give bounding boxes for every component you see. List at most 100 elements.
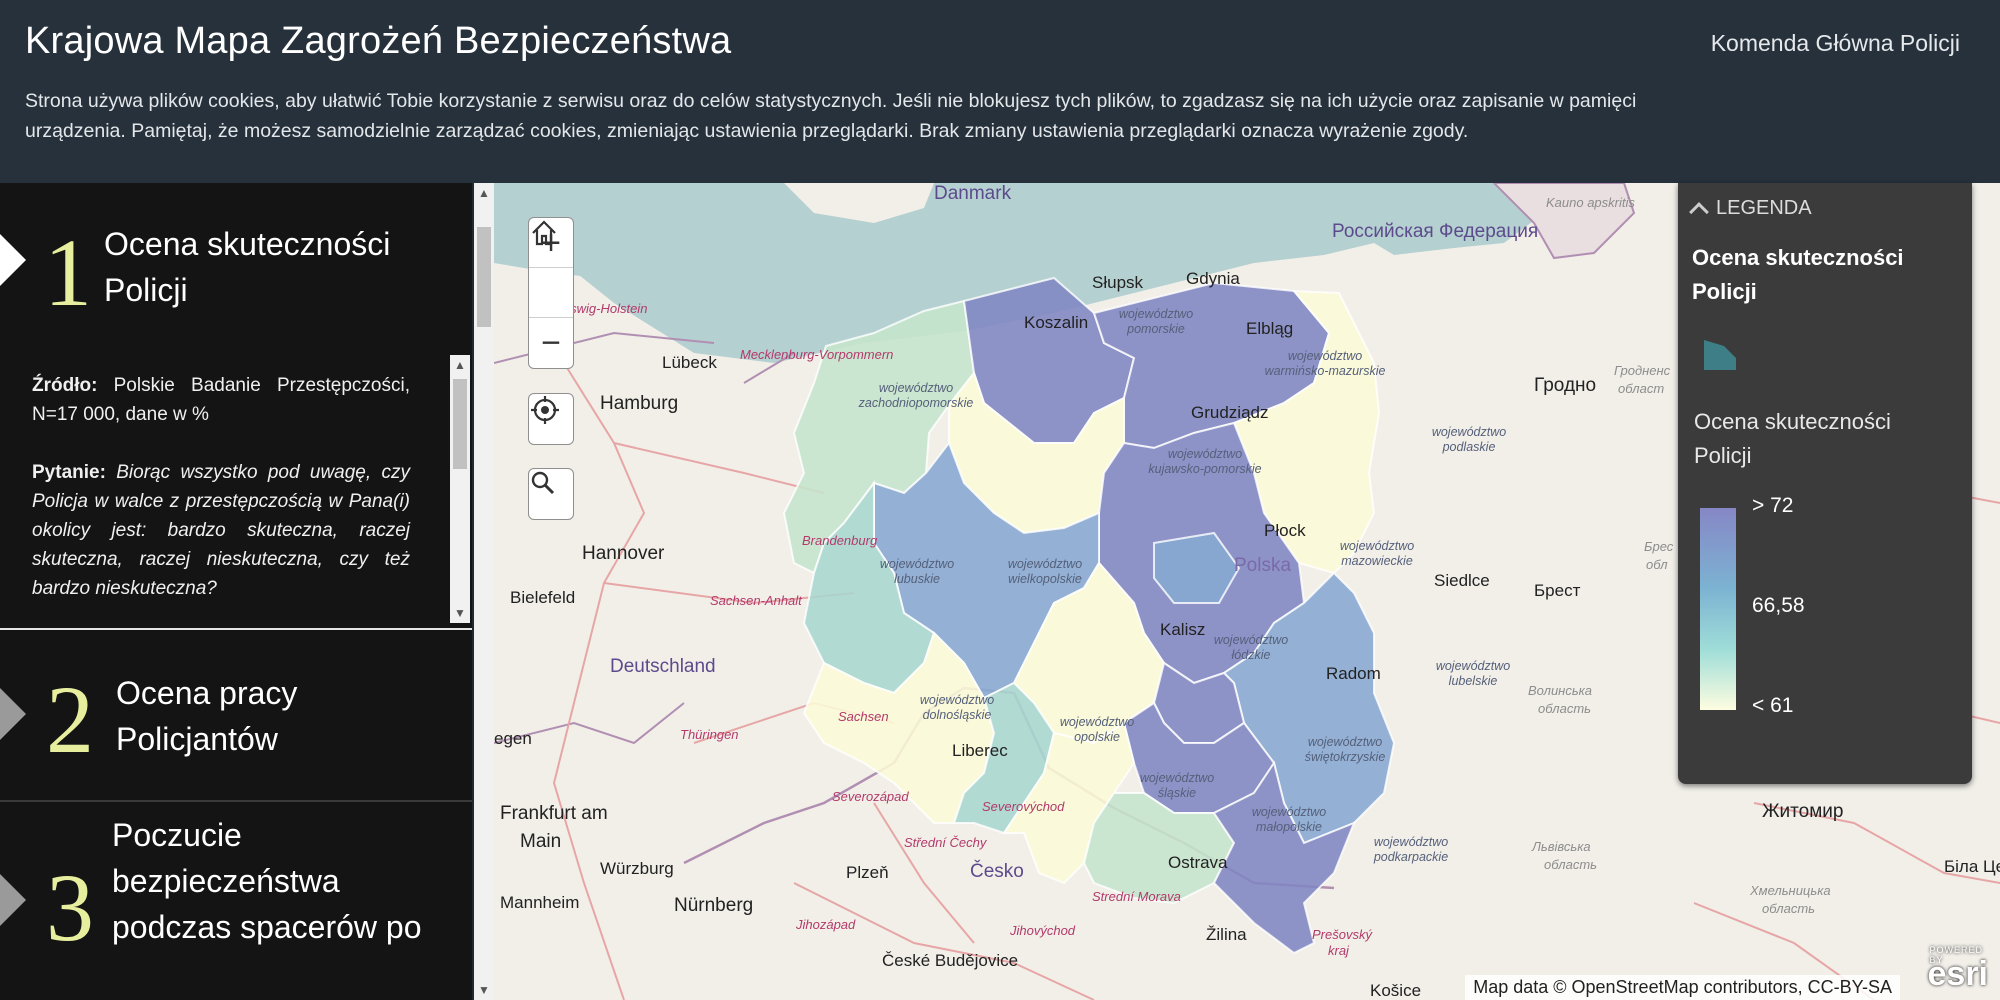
city-label: Frankfurt am (500, 803, 608, 824)
country-label: Deutschland (610, 656, 716, 677)
color-ramp (1700, 508, 1736, 710)
voivodeship-label: województwo dolnośląskie (919, 693, 995, 722)
source-label: Źródło: (32, 375, 98, 396)
region-label: Mecklenburg-Vorpommern (740, 347, 894, 362)
story-sidebar: 1 Ocena skuteczności Policji Źródło: Pol… (0, 183, 472, 1000)
scroll-up-icon[interactable]: ▲ (474, 183, 494, 203)
ramp-label-high: > 72 (1752, 494, 1794, 517)
chevron-up-icon (1689, 201, 1709, 222)
voivodeship-label: województwo wielkopolskie (1007, 557, 1083, 586)
scroll-down-icon[interactable]: ▼ (450, 603, 470, 623)
region-label: Львівська (1532, 839, 1591, 854)
city-label: Grudziądz (1191, 403, 1269, 422)
city-label: Hamburg (600, 393, 679, 414)
region-label: Thüringen (680, 727, 739, 742)
story-section-3[interactable]: 3 Poczucie bezpieczeństwa podczas spacer… (0, 804, 472, 1000)
region-label: област (1618, 381, 1665, 396)
region-label: Гродненс (1614, 363, 1671, 378)
region-label: Strední Morava (1092, 889, 1181, 904)
question-label: Pytanie: (32, 462, 106, 483)
city-label: Žilina (1206, 925, 1247, 944)
city-label: Koszalin (1024, 313, 1089, 332)
region-label: Jihovýchod (1010, 923, 1076, 938)
home-button[interactable] (529, 220, 573, 318)
story-section-2[interactable]: 2 Ocena pracy Policjantów (0, 632, 472, 802)
city-label: Siedlce (1434, 571, 1490, 590)
region-label: область (1544, 857, 1597, 872)
search-button[interactable] (529, 469, 573, 519)
voivodeship-label: województwo małopolskie (1251, 805, 1327, 834)
voivodeship-label: województwo świętokrzyskie (1304, 735, 1386, 764)
region-label: Брес (1644, 539, 1674, 554)
region-label: Sachsen (838, 709, 889, 724)
country-label: Российская Федерация (1332, 221, 1539, 242)
sidebar-scrollbar[interactable]: ▲ ▼ (474, 183, 494, 1000)
page-title: Krajowa Mapa Zagrożeń Bezpieczeństwa (25, 20, 732, 62)
region-label: обл (1646, 557, 1668, 572)
country-label: Danmark (934, 183, 1012, 204)
sidebar-scroll-thumb[interactable] (477, 227, 491, 327)
map-attribution: Map data © OpenStreetMap contributors, C… (1465, 975, 1900, 1000)
region-label: область (1538, 701, 1591, 716)
region-label: Sachsen-Anhalt (710, 593, 802, 608)
zoom-controls: + − (528, 217, 574, 369)
city-label: Košice (1370, 981, 1422, 1000)
legend-panel: LEGENDA Ocena skuteczności Policji Ocena… (1678, 183, 1972, 784)
region-label: Střední Čechy (904, 835, 987, 850)
city-label: Würzburg (600, 859, 674, 878)
section-title: Poczucie bezpieczeństwa podczas spacerów… (112, 817, 422, 945)
organization-link[interactable]: Komenda Główna Policji (1711, 30, 1960, 57)
legend-field-title: Ocena skuteczności Policji (1694, 409, 1891, 468)
voivodeship-label: województwo podlaskie (1431, 425, 1507, 454)
scroll-up-icon[interactable]: ▲ (450, 355, 470, 375)
region-label: Brandenburg (802, 533, 878, 548)
section-number: 1 (44, 219, 92, 326)
legend-header: LEGENDA (1716, 197, 1812, 219)
section-arrow-icon (0, 688, 26, 740)
city-label: Radom (1326, 664, 1381, 683)
voivodeship-label: województwo mazowieckie (1339, 539, 1415, 568)
voivodeship-label: województwo opolskie (1059, 715, 1135, 744)
section-arrow-icon (0, 874, 26, 926)
voivodeship-label: województwo warmińsko-mazurskie (1264, 349, 1386, 378)
story-section-1[interactable]: 1 Ocena skuteczności Policji Źródło: Pol… (0, 183, 472, 630)
city-label: Біла Цер (1944, 857, 2000, 876)
legend-layer-title: Ocena skuteczności Policji (1692, 245, 1904, 304)
city-label: České Budějovice (882, 951, 1019, 970)
region-label: Хмельницька (1750, 883, 1831, 898)
region-label: область (1762, 901, 1815, 916)
city-label: Mannheim (500, 893, 580, 912)
cookie-notice: Strona używa plików cookies, aby ułatwić… (25, 90, 1637, 142)
voivodeship-label: województwo łódzkie (1213, 633, 1289, 662)
zoom-out-button[interactable]: − (529, 318, 573, 368)
app-header: Krajowa Mapa Zagrożeń Bezpieczeństwa Kom… (0, 0, 2000, 183)
voivodeship-label: województwo zachodniopomorskie (858, 381, 974, 410)
locate-icon (531, 396, 559, 424)
city-label: Gdynia (1186, 269, 1240, 288)
city-label: Ostrava (1168, 853, 1228, 872)
voivodeship-label: województwo kujawsko-pomorskie (1148, 447, 1262, 476)
region-label: Severovýchod (982, 799, 1065, 814)
region-label: Волинська (1528, 683, 1593, 698)
description-scroll-thumb[interactable] (453, 379, 467, 469)
section-number: 2 (46, 666, 94, 773)
city-label: Kauno apskritis (1546, 195, 1635, 210)
voivodeship-label: województwo lubuskie (879, 557, 955, 586)
home-icon (532, 220, 556, 246)
voivodeship-label: województwo śląskie (1139, 771, 1215, 800)
city-label: Житомир (1762, 801, 1844, 822)
search-icon (531, 471, 555, 495)
city-label: Брест (1534, 581, 1581, 600)
section-description: Źródło: Polskie Badanie Przestępczości, … (32, 371, 410, 632)
region-label: Prešovský (1312, 927, 1372, 942)
voivodeship-label: województwo pomorskie (1118, 307, 1194, 336)
search-control (528, 468, 574, 520)
legend-toggle[interactable]: LEGENDA (1689, 197, 1812, 222)
scroll-down-icon[interactable]: ▼ (474, 980, 494, 1000)
locate-button[interactable] (529, 394, 573, 444)
ramp-label-mid: 66,58 (1752, 594, 1805, 617)
esri-logo[interactable]: POWERED BY esri (1928, 945, 1989, 994)
country-label: Polska (1234, 555, 1292, 576)
voivodeship-label: województwo lubelskie (1435, 659, 1511, 688)
city-label: Nürnberg (674, 895, 754, 916)
